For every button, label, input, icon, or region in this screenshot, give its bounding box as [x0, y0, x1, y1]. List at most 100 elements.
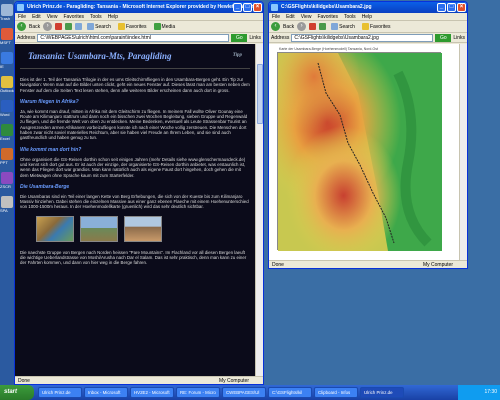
photo-thumbnail-plain[interactable] — [124, 215, 162, 242]
task-button[interactable]: HV2E2 - Microsoft — [130, 387, 174, 398]
menu-edit[interactable]: Edit — [286, 13, 295, 20]
left-statusbar: Done My Computer — [15, 376, 263, 384]
tips-link[interactable]: Tipp — [233, 53, 242, 58]
address-input[interactable]: C:\WEBPAGES\ulrich\html.com\paraint\inde… — [37, 33, 230, 42]
desktop-icon-label: IE — [0, 64, 4, 69]
links-label[interactable]: Links — [453, 35, 465, 41]
left-address-bar: Address C:\WEBPAGES\ulrich\html.com\para… — [15, 33, 263, 43]
back-label[interactable]: Back — [29, 24, 40, 30]
favorites-button[interactable]: Favorites — [360, 22, 393, 31]
menu-view[interactable]: View — [301, 13, 312, 20]
media-button[interactable]: Media — [152, 22, 178, 31]
desktop-icon-label: MSFT — [0, 40, 11, 45]
ppt-icon[interactable]: PPT — [0, 148, 13, 165]
heading-usambara: Die Usambara-Berge — [20, 183, 70, 190]
search-button[interactable]: Search — [329, 22, 357, 31]
favorites-label: Favorites — [369, 23, 391, 30]
search-button[interactable]: Search — [85, 22, 113, 31]
clock[interactable]: 17:30 — [484, 389, 497, 395]
left-scroll-thumb[interactable] — [257, 64, 263, 124]
maximize-button[interactable]: □ — [447, 3, 456, 12]
left-window-title: Ulrich Prinz.de - Paragliding: Tansania … — [27, 4, 257, 10]
desktop-icon-label: Word — [0, 112, 10, 117]
address-input[interactable]: C:\GSFlights\kilidgebs\Usambara2.jpg — [291, 33, 434, 42]
paragraph-how-to-get-there: Ohne organisiert die GS-Reisen dorthin s… — [20, 156, 246, 178]
paragraph-usambara: Die Usambaras sind ein Teil einer langen… — [20, 193, 249, 210]
outlook-icon[interactable]: Outlook — [0, 76, 14, 93]
task-button[interactable]: Ulrich Prinz.de — [360, 387, 404, 398]
close-button[interactable]: × — [253, 3, 262, 12]
photo-thumbnail-map[interactable] — [36, 215, 74, 242]
paragraph-why-africa: Ja, wie kommt man drauf, mitten in Afrik… — [20, 108, 248, 141]
go-button[interactable]: Go — [435, 33, 452, 42]
ie-icon[interactable]: IE — [0, 52, 13, 69]
trash-icon[interactable]: Trash — [0, 4, 13, 21]
links-label[interactable]: Links — [249, 35, 261, 41]
msft-icon[interactable]: MSFT — [0, 28, 13, 45]
stop-icon[interactable] — [55, 23, 63, 30]
menu-help[interactable]: Help — [108, 13, 118, 20]
media-label: Media — [161, 23, 176, 30]
back-arrow-icon[interactable]: ‹ — [17, 22, 26, 31]
photo-row — [36, 215, 250, 242]
web-page: Tansania: Usambara-Mts, Paragliding Tipp… — [15, 44, 255, 378]
right-window-title: C:\GSFlights\kilidgebs\Usambara2.jpg — [281, 4, 372, 10]
favorites-button[interactable]: Favorites — [116, 22, 149, 31]
menu-file[interactable]: File — [18, 13, 26, 20]
maximize-button[interactable]: □ — [243, 3, 252, 12]
menu-favorites[interactable]: Favorites — [63, 13, 84, 20]
menu-edit[interactable]: Edit — [32, 13, 41, 20]
paragraph-pare-mountains: Die naechste Gruppe von Bergen nach Nord… — [20, 249, 247, 266]
menu-view[interactable]: View — [47, 13, 58, 20]
back-arrow-icon[interactable]: ‹ — [271, 22, 280, 31]
desktop-icon-label: Excel — [0, 136, 10, 141]
left-browser-window: Ulrich Prinz.de - Paragliding: Tansania … — [14, 1, 264, 385]
refresh-icon[interactable] — [65, 23, 73, 30]
photo-thumbnail-landscape[interactable] — [80, 215, 118, 242]
word-icon[interactable]: Word — [0, 100, 13, 117]
menu-tools[interactable]: Tools — [90, 13, 102, 20]
left-titlebar[interactable]: Ulrich Prinz.de - Paragliding: Tansania … — [15, 2, 263, 13]
desktop-icon-label: PPT — [0, 160, 8, 165]
desktop-icon-strip: Trash MSFT IE Outlook Word Excel PPT ZSC… — [0, 0, 14, 385]
spa-icon[interactable]: SPA — [0, 196, 13, 213]
minimize-button[interactable]: _ — [437, 3, 446, 12]
star-icon — [361, 23, 369, 30]
task-list: Ulrich Prinz.de Inbox - Microsoft HV2E2 … — [38, 387, 404, 398]
task-button[interactable]: C:\GSFlights\kil — [268, 387, 312, 398]
menu-file[interactable]: File — [272, 13, 280, 20]
minimize-button[interactable]: _ — [233, 3, 242, 12]
menu-favorites[interactable]: Favorites — [317, 13, 338, 20]
right-scrollbar[interactable] — [459, 44, 467, 262]
zscr-icon[interactable]: ZSCR — [0, 172, 13, 189]
menu-tools[interactable]: Tools — [344, 13, 356, 20]
search-label: Search — [339, 23, 355, 30]
back-label[interactable]: Back — [283, 24, 294, 30]
menu-help[interactable]: Help — [362, 13, 372, 20]
task-button[interactable]: RE: Forum - Micro — [176, 387, 220, 398]
search-label: Search — [95, 23, 111, 30]
elevation-map-image[interactable] — [277, 52, 442, 251]
task-button[interactable]: Ulrich Prinz.de — [38, 387, 82, 398]
right-titlebar[interactable]: C:\GSFlights\kilidgebs\Usambara2.jpg _ □… — [269, 2, 467, 13]
stop-icon[interactable] — [309, 23, 317, 30]
forward-arrow-icon[interactable]: › — [297, 22, 307, 31]
forward-arrow-icon[interactable]: › — [43, 22, 53, 31]
home-icon[interactable] — [75, 23, 83, 30]
start-button[interactable]: start — [0, 385, 34, 400]
task-button[interactable]: Clipboard - Infos — [314, 387, 358, 398]
taskbar: start Ulrich Prinz.de Inbox - Microsoft … — [0, 385, 500, 400]
task-button[interactable]: Inbox - Microsoft — [84, 387, 128, 398]
excel-icon[interactable]: Excel — [0, 124, 13, 141]
go-button[interactable]: Go — [231, 33, 248, 42]
close-button[interactable]: × — [457, 3, 466, 12]
map-caption: Karte der Usambara-Berge (Hoehenmodell) … — [279, 47, 378, 51]
desktop-icon-label: Trash — [0, 16, 11, 21]
zone-text: My Computer — [422, 262, 453, 268]
right-browser-window: C:\GSFlights\kilidgebs\Usambara2.jpg _ □… — [268, 1, 468, 269]
desktop-icon-label: ZSCR — [0, 184, 11, 189]
heading-why-africa: Warum fliegen in Afrika? — [20, 98, 79, 105]
left-scrollbar[interactable] — [255, 44, 263, 378]
refresh-icon[interactable] — [319, 23, 327, 30]
task-button[interactable]: CWEBPAGES\Ul — [222, 387, 266, 398]
